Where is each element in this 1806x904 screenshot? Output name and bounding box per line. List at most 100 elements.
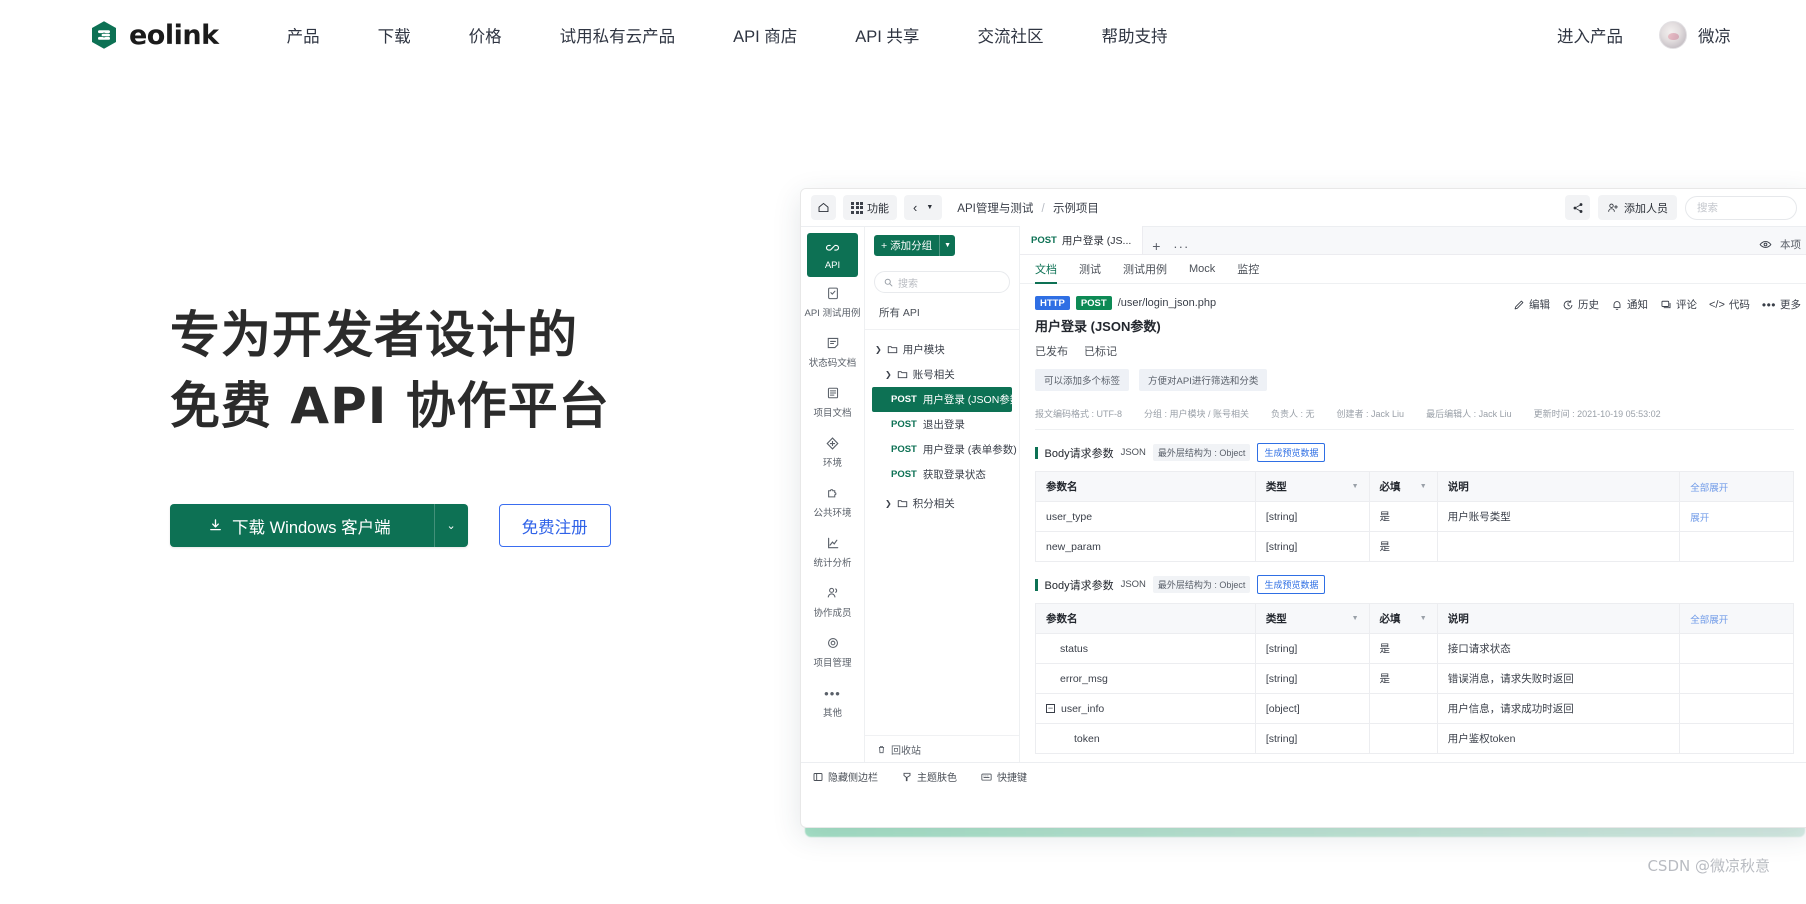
top-navigation-bar: eolink 产品 下载 价格 试用私有云产品 API 商店 API 共享 交流… [0,0,1806,70]
api-tree-search-input[interactable]: 搜索 [874,271,1010,293]
add-group-button[interactable]: + 添加分组 ▼ [874,235,956,256]
tree-folder-user-module[interactable]: ❯ 用户模块 [865,337,1019,362]
tab-test[interactable]: 测试 [1079,255,1101,284]
nav-link-community[interactable]: 交流社区 [977,23,1043,47]
tree-api-login-status[interactable]: POST 获取登录状态 [865,462,1019,487]
tag-hint-2[interactable]: 方便对API进行筛选和分类 [1139,369,1268,391]
cell-param-name: user_type [1035,501,1256,532]
generate-preview-button[interactable]: 生成预览数据 [1257,443,1326,462]
chevron-left-icon[interactable]: ‹ [913,200,917,215]
notify-button[interactable]: 通知 [1611,297,1648,312]
home-icon[interactable] [811,195,836,220]
breadcrumb-root[interactable]: API管理与测试 [957,203,1033,215]
download-windows-button[interactable]: 下载 Windows 客户端 ⌄ [170,504,468,547]
tab-mock[interactable]: Mock [1189,255,1215,284]
filter-icon[interactable]: ▼ [1352,615,1359,622]
filter-icon[interactable]: ▼ [1420,615,1427,622]
folder-icon [887,344,898,355]
nav-link-download[interactable]: 下载 [378,23,411,47]
chevron-right-icon[interactable]: ❯ [885,370,892,379]
rail-item-project-management[interactable]: 项目管理 [801,627,864,677]
comment-button[interactable]: 评论 [1660,297,1697,312]
eye-icon[interactable] [1759,238,1772,251]
user-account-chip[interactable]: 微凉 [1659,21,1731,49]
page-root: eolink 产品 下载 价格 试用私有云产品 API 商店 API 共享 交流… [0,0,1806,904]
theme-color-button[interactable]: 主题肤色 [902,769,957,784]
tab-more-button[interactable]: ··· [1169,239,1193,254]
history-button[interactable]: 历史 [1562,297,1599,312]
rail-item-other[interactable]: ••• 其他 [801,677,864,727]
section-accent-bar [1035,446,1038,459]
api-url: /user/login_json.php [1117,297,1217,309]
breadcrumb-leaf[interactable]: 示例项目 [1053,203,1099,215]
share-icon[interactable] [1565,195,1590,220]
nav-link-pricing[interactable]: 价格 [469,23,502,47]
tree-api-login-json[interactable]: POST 用户登录 (JSON参数) [872,387,1019,412]
chevron-right-icon[interactable]: ❯ [885,499,892,508]
expand-all-link[interactable]: 全部展开 [1690,483,1728,494]
document-meta-row: 报文编码格式 : UTF-8 分组 : 用户模块 / 账号相关 负责人 : 无 … [1035,407,1794,430]
nav-back-group[interactable]: ‹ ▼ [904,195,943,220]
enter-product-link[interactable]: 进入产品 [1557,23,1623,47]
function-menu-button[interactable]: 功能 [843,195,897,220]
rail-item-api-testcase[interactable]: API 测试用例 [801,277,864,327]
expand-row-link[interactable]: 展开 [1690,513,1709,524]
document-tab-login-json[interactable]: POST 用户登录 (JS... [1020,226,1144,254]
rail-item-api[interactable]: API [807,233,858,277]
download-button-main[interactable]: 下载 Windows 客户端 [170,504,434,547]
add-group-main[interactable]: + 添加分组 [874,235,939,256]
edit-button[interactable]: 编辑 [1513,297,1550,312]
expand-all-link[interactable]: 全部展开 [1690,615,1728,626]
status-marked: 已标记 [1084,346,1117,358]
collapse-toggle-icon[interactable]: − [1046,704,1055,714]
chevron-down-icon[interactable]: ▼ [926,204,933,211]
nav-link-private-cloud[interactable]: 试用私有云产品 [560,23,676,47]
rail-item-statistics[interactable]: 统计分析 [801,527,864,577]
rail-item-environment-label: 环境 [822,458,842,469]
nav-link-products[interactable]: 产品 [287,23,320,47]
rail-item-members[interactable]: 协作成员 [801,577,864,627]
generate-preview-button[interactable]: 生成预览数据 [1257,575,1326,594]
all-api-label[interactable]: 所有 API [865,293,1019,330]
tree-folder-account-related[interactable]: ❯ 账号相关 [865,362,1019,387]
tree-api-label: 获取登录状态 [922,469,986,481]
tab-testcase[interactable]: 测试用例 [1123,255,1167,284]
tag-hint-1[interactable]: 可以添加多个标签 [1035,369,1130,391]
method-badge: POST [1075,296,1112,310]
add-member-button[interactable]: 添加人员 [1598,195,1677,220]
gear-icon [826,635,840,651]
tabbar-right-label[interactable]: 本项 [1780,237,1801,252]
search-input[interactable]: 搜索 [1685,195,1797,220]
book-icon [826,385,840,401]
meta-group: 分组 : 用户模块 / 账号相关 [1144,409,1250,419]
more-button[interactable]: ••• 更多 [1762,297,1801,312]
brand-logo[interactable]: eolink [88,19,219,51]
filter-icon[interactable]: ▼ [1352,483,1359,490]
rail-item-status-code-doc[interactable]: 状态码文档 [801,327,864,377]
nav-link-help[interactable]: 帮助支持 [1101,23,1167,47]
tree-api-logout[interactable]: POST 退出登录 [865,412,1019,437]
download-dropdown-caret[interactable]: ⌄ [433,504,468,547]
breadcrumb: API管理与测试 / 示例项目 [957,200,1099,216]
rail-item-public-environment[interactable]: 公共环境 [801,477,864,527]
code-button[interactable]: </> 代码 [1709,297,1750,312]
tree-folder-points-related[interactable]: ❯ 积分相关 [865,491,1019,516]
tab-monitor[interactable]: 监控 [1237,255,1259,284]
add-group-caret-icon[interactable]: ▼ [939,235,955,256]
tab-doc[interactable]: 文档 [1035,255,1057,284]
nav-link-api-store[interactable]: API 商店 [733,23,797,47]
recycle-bin-button[interactable]: 回收站 [865,735,1019,762]
status-published: 已发布 [1035,346,1068,358]
chevron-right-icon[interactable]: ❯ [875,345,882,354]
nav-link-api-share[interactable]: API 共享 [855,23,919,47]
new-tab-button[interactable]: + [1143,238,1169,254]
filter-icon[interactable]: ▼ [1420,483,1427,490]
shortcuts-button[interactable]: 快捷键 [981,769,1027,784]
section-header: Body请求参数 JSON 最外层结构为 : Object 生成预览数据 [1035,575,1794,594]
rail-item-project-doc[interactable]: 项目文档 [801,377,864,427]
free-register-button[interactable]: 免费注册 [498,504,611,547]
rail-item-environment[interactable]: 环境 [801,427,864,477]
cell-required: 是 [1368,531,1438,562]
hide-sidebar-button[interactable]: 隐藏侧边栏 [813,769,878,784]
tree-api-login-form[interactable]: POST 用户登录 (表单参数) [865,437,1019,462]
